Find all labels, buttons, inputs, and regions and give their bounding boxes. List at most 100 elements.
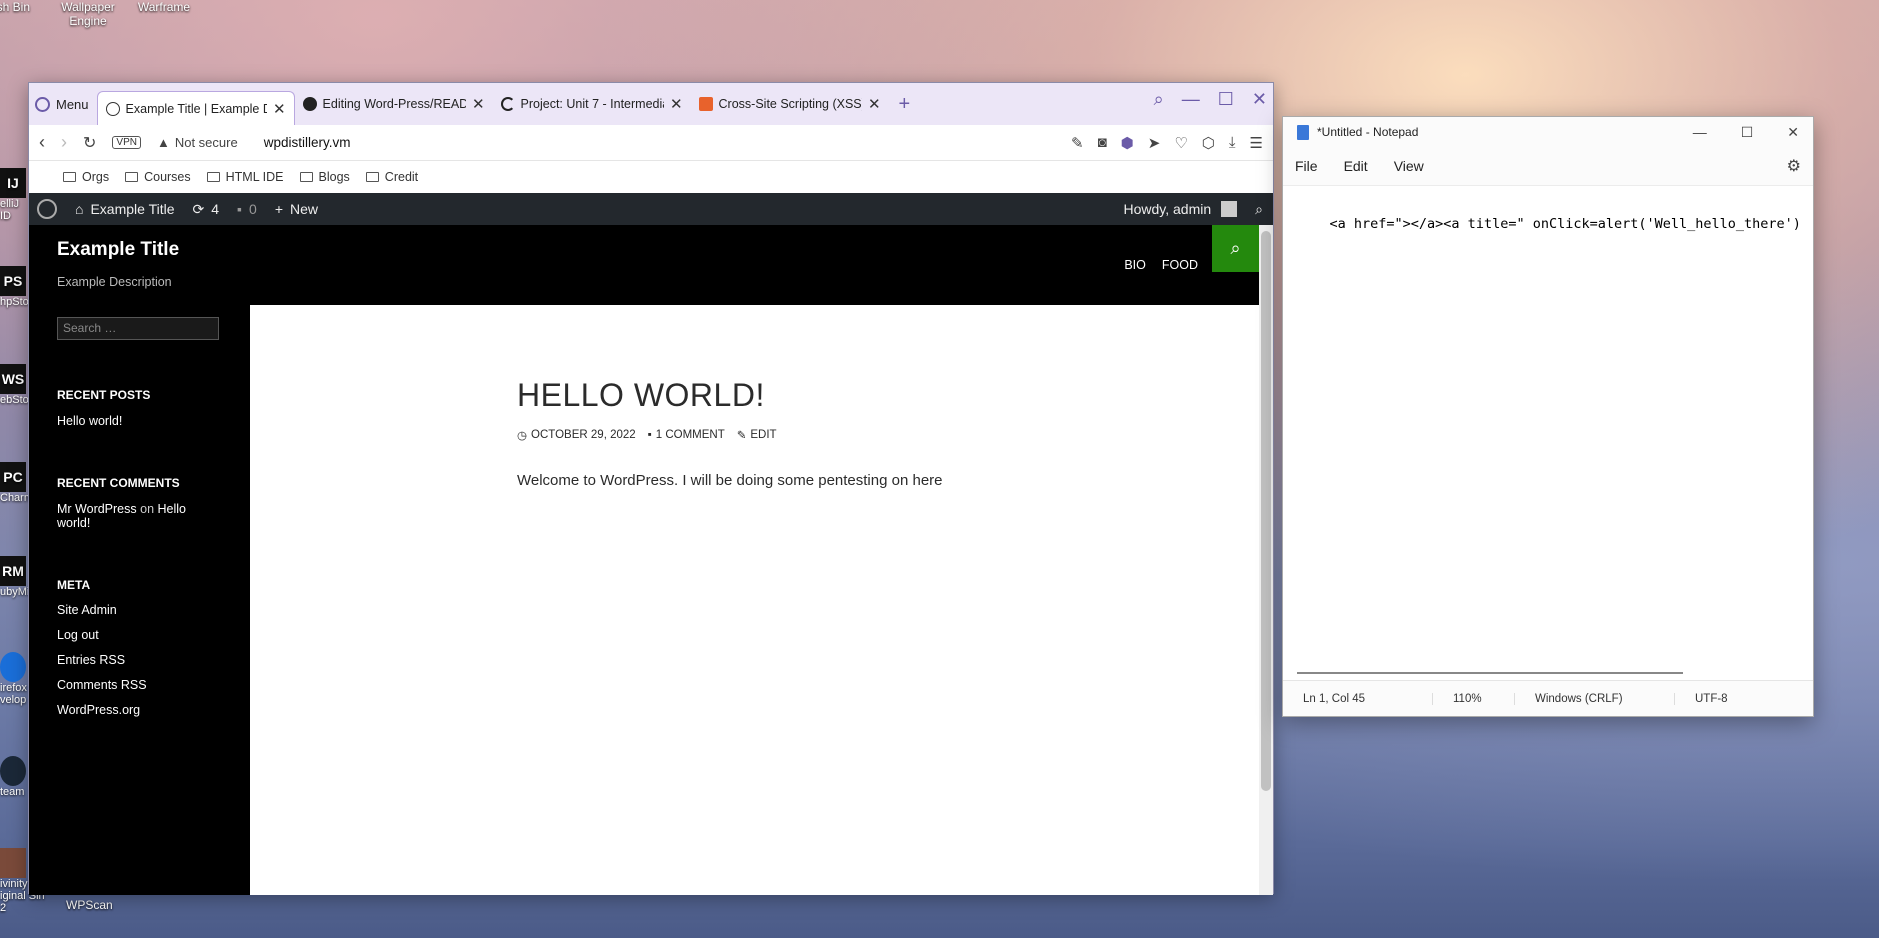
comment-author-link[interactable]: Mr WordPress	[57, 502, 137, 516]
recent-post-link[interactable]: Hello world!	[57, 414, 222, 428]
notepad-text-area[interactable]: <a href="></a><a title=" onClick=alert('…	[1283, 185, 1813, 680]
close-tab-icon[interactable]: ✕	[472, 95, 485, 113]
minimize-button[interactable]: —	[1182, 89, 1200, 110]
howdy-account-link[interactable]: Howdy, admin	[1123, 201, 1211, 217]
tab-github-editing[interactable]: Editing Word-Press/READM ✕	[295, 88, 493, 120]
close-tab-icon[interactable]: ✕	[670, 95, 683, 113]
meta-site-admin-link[interactable]: Site Admin	[57, 603, 222, 617]
meta-heading: META	[57, 578, 91, 592]
meta-wordpress-org-link[interactable]: WordPress.org	[57, 703, 222, 717]
desktop-icon-webstorm[interactable]: WS ebStor	[0, 364, 28, 424]
post-date-link[interactable]: ◷ OCTOBER 29, 2022	[517, 428, 636, 442]
url-input[interactable]: wpdistillery.vm	[264, 135, 351, 150]
folder-icon	[299, 172, 313, 182]
avatar[interactable]	[1221, 201, 1238, 217]
meta-log-out-link[interactable]: Log out	[57, 628, 222, 642]
minimize-button[interactable]: —	[1693, 124, 1707, 141]
send-icon[interactable]: ➤	[1148, 134, 1161, 152]
nav-food[interactable]: FOOD	[1154, 258, 1206, 272]
site-title[interactable]: Example Title	[57, 239, 222, 261]
security-text: Not secure	[174, 135, 238, 150]
bookmark-courses[interactable]: Courses	[125, 170, 191, 184]
menu-view[interactable]: View	[1394, 158, 1424, 174]
post-title[interactable]: HELLO WORLD!	[517, 377, 943, 414]
vpn-badge[interactable]: VPN	[112, 136, 141, 149]
sidebar: Example Title Example Description Search…	[29, 225, 250, 895]
search-toggle-button[interactable]: ⌕	[1212, 225, 1259, 272]
camera-icon[interactable]: ◙	[1098, 134, 1107, 151]
wp-logo-icon[interactable]	[37, 199, 57, 219]
opera-menu-button[interactable]: Menu	[29, 88, 97, 120]
tab-xss[interactable]: Cross-Site Scripting (XSS) C ✕	[691, 88, 889, 120]
new-tab-button[interactable]: +	[889, 93, 921, 116]
rubymine-icon: RM	[0, 556, 26, 586]
codepath-favicon-icon	[500, 97, 515, 111]
back-icon[interactable]: ‹	[39, 132, 45, 153]
admin-search-icon[interactable]: ⌕	[1255, 201, 1263, 218]
close-tab-icon[interactable]: ✕	[273, 100, 286, 118]
reload-icon[interactable]: ↻	[83, 133, 96, 153]
pencil-icon: ✎	[736, 430, 747, 442]
desktop-icon-recycle-bin[interactable]: ash Bin	[0, 0, 40, 14]
nav-bio[interactable]: BIO	[1116, 258, 1154, 272]
search-tabs-icon[interactable]: ⌕	[1154, 89, 1164, 110]
search-icon: ⌕	[1230, 238, 1241, 258]
browser-window: Menu Example Title | Example De ✕ Editin…	[28, 82, 1274, 895]
post-edit-link[interactable]: ✎ EDIT	[737, 428, 777, 442]
cube-icon[interactable]: ⬡	[1202, 134, 1215, 152]
comment-bubble-icon: ▪	[237, 201, 243, 217]
desktop-icon-label: Warframe	[137, 0, 191, 14]
comments-link[interactable]: ▪ 0	[237, 201, 257, 217]
bookmark-label: Blogs	[318, 170, 350, 184]
desktop-icon-phpstorm[interactable]: PS hpStor	[0, 266, 28, 326]
maximize-button[interactable]: ☐	[1741, 124, 1754, 141]
scrollbar-thumb[interactable]	[1261, 231, 1271, 791]
new-content-link[interactable]: + New	[275, 201, 318, 217]
bookmark-orgs[interactable]: Orgs	[63, 170, 109, 184]
new-label: New	[290, 201, 319, 217]
desktop-icon-rubymine[interactable]: RM ubyMin	[0, 556, 28, 616]
admin-site-link[interactable]: ⌂ Example Title	[75, 201, 175, 217]
desktop-icon-firefox-developer[interactable]: irefox velop	[0, 652, 28, 732]
meta-entries-rss-link[interactable]: Entries RSS	[57, 653, 222, 667]
post-comments-link[interactable]: ▪ 1 COMMENT	[648, 428, 725, 442]
desktop-icon-intellij[interactable]: IJ elliJ ID	[0, 168, 28, 228]
menu-file[interactable]: File	[1295, 158, 1318, 174]
shield-icon[interactable]: ⬢	[1121, 134, 1134, 152]
close-tab-icon[interactable]: ✕	[868, 95, 881, 113]
desktop-icon-wallpaper-engine[interactable]: Wallpaper Engine	[48, 0, 128, 28]
security-indicator[interactable]: ▲ Not secure	[157, 135, 238, 150]
notepad-window: *Untitled - Notepad — ☐ ✕ File Edit View…	[1282, 116, 1814, 717]
notepad-statusbar: Ln 1, Col 45 110% Windows (CRLF) UTF-8	[1283, 680, 1813, 716]
desktop-icon-label: ebStor	[0, 394, 28, 406]
bookmark-blogs[interactable]: Blogs	[299, 170, 350, 184]
desktop-icon-label: elliJ ID	[0, 198, 19, 222]
easy-setup-icon[interactable]: ☰	[1250, 134, 1263, 152]
settings-gear-icon[interactable]: ⚙	[1787, 156, 1801, 176]
bookmark-credit[interactable]: Credit	[365, 170, 418, 184]
horizontal-scrollbar[interactable]	[1297, 672, 1683, 674]
updates-link[interactable]: ⟳ 4	[193, 201, 220, 218]
edit-icon[interactable]: ✎	[1071, 134, 1084, 152]
bookmark-html-ide[interactable]: HTML IDE	[206, 170, 284, 184]
tab-example-title[interactable]: Example Title | Example De ✕	[96, 91, 295, 125]
close-button[interactable]: ✕	[1252, 89, 1267, 110]
page-scrollbar[interactable]	[1259, 225, 1273, 895]
heart-icon[interactable]: ♡	[1174, 134, 1187, 152]
desktop-icon-wpscan[interactable]: WPScan	[66, 898, 113, 912]
tab-project-unit7[interactable]: Project: Unit 7 - Intermedia ✕	[493, 88, 691, 120]
download-icon[interactable]: ⤓	[1229, 134, 1236, 151]
desktop-icon-label: ubyMin	[0, 586, 28, 598]
search-input[interactable]: Search …	[57, 317, 219, 340]
post-body: Welcome to WordPress. I will be doing so…	[517, 472, 943, 489]
pycharm-icon: PC	[0, 462, 26, 492]
meta-comments-rss-link[interactable]: Comments RSS	[57, 678, 222, 692]
desktop-icon-pycharm[interactable]: PC Charm	[0, 462, 28, 522]
forward-icon[interactable]: ›	[61, 132, 67, 153]
desktop-icon-warframe[interactable]: Warframe	[124, 0, 204, 14]
desktop-icon-steam[interactable]: team	[0, 756, 28, 816]
window-controls: ⌕ — ☐ ✕	[1154, 89, 1267, 110]
maximize-button[interactable]: ☐	[1218, 89, 1234, 110]
menu-edit[interactable]: Edit	[1344, 158, 1368, 174]
close-button[interactable]: ✕	[1787, 124, 1799, 141]
